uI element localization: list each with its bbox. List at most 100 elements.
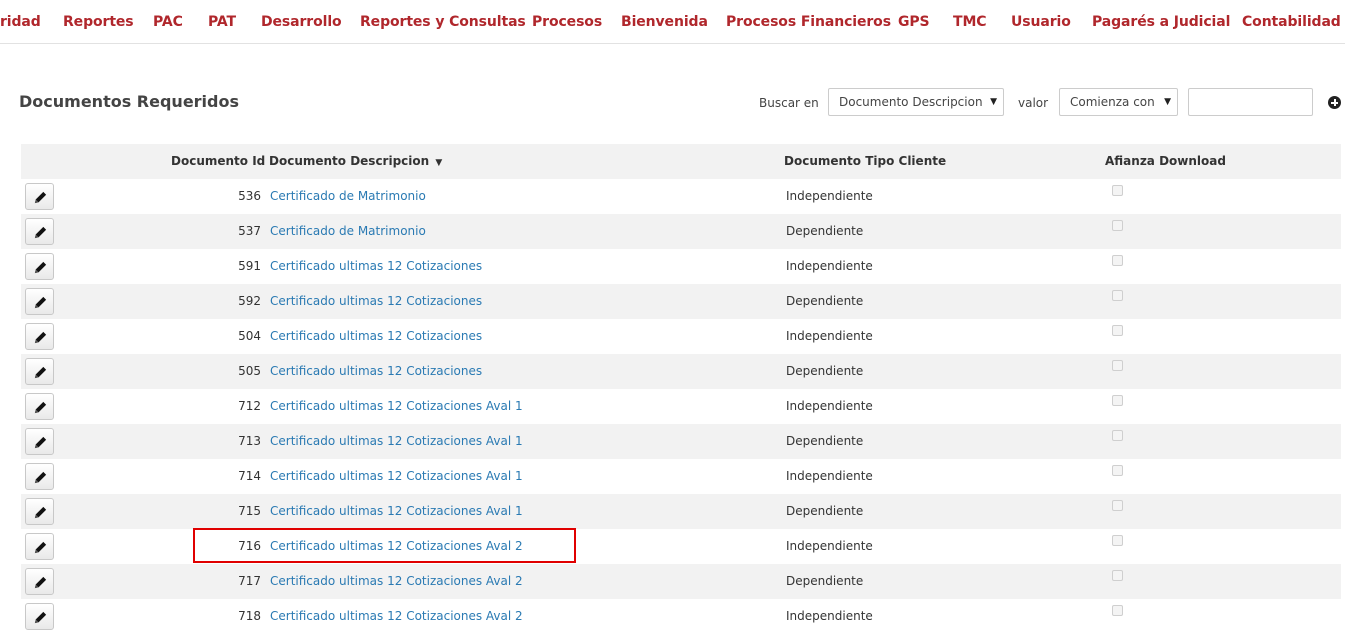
pencil-icon [34, 611, 47, 624]
nav-item-pac[interactable]: PAC [153, 0, 183, 43]
nav-item-usuario[interactable]: Usuario [1011, 0, 1071, 43]
documento-id-cell: 591 [238, 259, 261, 273]
pencil-icon [34, 471, 47, 484]
edit-button[interactable] [25, 183, 54, 210]
chevron-down-icon: ▼ [990, 97, 997, 107]
nav-item-tmc[interactable]: TMC [953, 0, 987, 43]
pencil-icon [34, 331, 47, 344]
afianza-download-checkbox[interactable] [1112, 465, 1123, 476]
documento-tipo-cliente-cell: Independiente [786, 259, 873, 273]
nav-item-procesos[interactable]: Procesos [532, 0, 602, 43]
add-circle-icon[interactable] [1328, 96, 1341, 109]
documento-descripcion-link[interactable]: Certificado ultimas 12 Cotizaciones Aval… [270, 469, 523, 483]
edit-button[interactable] [25, 288, 54, 315]
afianza-download-checkbox[interactable] [1112, 430, 1123, 441]
afianza-download-checkbox[interactable] [1112, 360, 1123, 371]
documento-id-cell: 718 [238, 609, 261, 623]
documento-descripcion-link[interactable]: Certificado ultimas 12 Cotizaciones [270, 329, 482, 343]
pencil-icon [34, 191, 47, 204]
edit-button[interactable] [25, 323, 54, 350]
table-row: 505 Certificado ultimas 12 Cotizaciones De… [21, 354, 1341, 389]
edit-button[interactable] [25, 533, 54, 560]
edit-button[interactable] [25, 463, 54, 490]
edit-button[interactable] [25, 568, 54, 595]
sort-desc-icon: ▼ [435, 158, 443, 168]
header-documento-id[interactable]: Documento Id [171, 154, 265, 168]
table-row: 714 Certificado ultimas 12 Cotizaciones A… [21, 459, 1341, 494]
header-documento-descripcion-label: Documento Descripcion [269, 154, 430, 168]
documento-descripcion-link[interactable]: Certificado ultimas 12 Cotizaciones Aval… [270, 399, 523, 413]
afianza-download-checkbox[interactable] [1112, 255, 1123, 266]
documento-id-cell: 713 [238, 434, 261, 448]
nav-item-gps[interactable]: GPS [898, 0, 930, 43]
documento-tipo-cliente-cell: Dependiente [786, 504, 864, 518]
pencil-icon [34, 506, 47, 519]
documento-tipo-cliente-cell: Independiente [786, 609, 873, 623]
pencil-icon [34, 436, 47, 449]
documento-tipo-cliente-cell: Dependiente [786, 294, 864, 308]
documento-descripcion-link[interactable]: Certificado de Matrimonio [270, 224, 426, 238]
afianza-download-checkbox[interactable] [1112, 535, 1123, 546]
table-row: 717 Certificado ultimas 12 Cotizaciones A… [21, 564, 1341, 599]
documento-tipo-cliente-cell: Independiente [786, 399, 873, 413]
documento-id-cell: 537 [238, 224, 261, 238]
edit-button[interactable] [25, 498, 54, 525]
afianza-download-checkbox[interactable] [1112, 500, 1123, 511]
nav-item-procesos-financieros[interactable]: Procesos Financieros [726, 0, 891, 43]
afianza-download-checkbox[interactable] [1112, 325, 1123, 336]
afianza-download-checkbox[interactable] [1112, 605, 1123, 616]
header-documento-descripcion[interactable]: Documento Descripcion ▼ [269, 154, 442, 168]
header-afianza-download[interactable]: Afianza Download [1105, 154, 1226, 168]
nav-item-pagares-a-judicial[interactable]: Pagarés a Judicial [1092, 0, 1230, 43]
documento-descripcion-link[interactable]: Certificado ultimas 12 Cotizaciones [270, 364, 482, 378]
nav-item-contabilidad[interactable]: Contabilidad [1242, 0, 1341, 43]
documento-id-cell: 712 [238, 399, 261, 413]
documento-tipo-cliente-cell: Dependiente [786, 434, 864, 448]
table-row: 715 Certificado ultimas 12 Cotizaciones A… [21, 494, 1341, 529]
afianza-download-checkbox[interactable] [1112, 220, 1123, 231]
nav-item-seguridad[interactable]: ridad [0, 0, 41, 43]
buscar-en-select[interactable]: Documento Descripcion ▼ [828, 88, 1004, 116]
buscar-en-label: Buscar en [759, 96, 819, 110]
edit-button[interactable] [25, 358, 54, 385]
header-documento-tipo-cliente[interactable]: Documento Tipo Cliente [784, 154, 946, 168]
documento-id-cell: 714 [238, 469, 261, 483]
documento-descripcion-link[interactable]: Certificado ultimas 12 Cotizaciones Aval… [270, 574, 523, 588]
documento-tipo-cliente-cell: Independiente [786, 189, 873, 203]
pencil-icon [34, 366, 47, 379]
edit-button[interactable] [25, 603, 54, 630]
documento-descripcion-link[interactable]: Certificado ultimas 12 Cotizaciones [270, 294, 482, 308]
table-header: Documento Id Documento Descripcion ▼ Doc… [21, 144, 1341, 179]
table-row: 536 Certificado de Matrimonio Independient… [21, 179, 1341, 214]
nav-item-bienvenida[interactable]: Bienvenida [621, 0, 708, 43]
documento-id-cell: 592 [238, 294, 261, 308]
documento-descripcion-link[interactable]: Certificado ultimas 12 Cotizaciones [270, 259, 482, 273]
valor-value: Comienza con [1070, 95, 1155, 109]
documento-descripcion-link[interactable]: Certificado ultimas 12 Cotizaciones Aval… [270, 504, 523, 518]
table-row: 718 Certificado ultimas 12 Cotizaciones A… [21, 599, 1341, 634]
documento-id-cell: 536 [238, 189, 261, 203]
valor-select[interactable]: Comienza con ▼ [1059, 88, 1178, 116]
edit-button[interactable] [25, 218, 54, 245]
top-nav: ridad Reportes PAC PAT Desarrollo Report… [0, 0, 1345, 44]
pencil-icon [34, 261, 47, 274]
nav-item-reportes-y-consultas[interactable]: Reportes y Consultas [360, 0, 526, 43]
pencil-icon [34, 541, 47, 554]
afianza-download-checkbox[interactable] [1112, 570, 1123, 581]
afianza-download-checkbox[interactable] [1112, 395, 1123, 406]
documento-descripcion-link[interactable]: Certificado ultimas 12 Cotizaciones Aval… [270, 609, 523, 623]
pencil-icon [34, 226, 47, 239]
edit-button[interactable] [25, 393, 54, 420]
nav-item-pat[interactable]: PAT [208, 0, 236, 43]
documento-descripcion-link[interactable]: Certificado ultimas 12 Cotizaciones Aval… [270, 434, 523, 448]
documento-tipo-cliente-cell: Independiente [786, 539, 873, 553]
afianza-download-checkbox[interactable] [1112, 290, 1123, 301]
edit-button[interactable] [25, 428, 54, 455]
page-title: Documentos Requeridos [19, 92, 240, 111]
search-value-input[interactable] [1188, 88, 1313, 116]
documento-descripcion-link[interactable]: Certificado de Matrimonio [270, 189, 426, 203]
edit-button[interactable] [25, 253, 54, 280]
nav-item-reportes[interactable]: Reportes [63, 0, 134, 43]
afianza-download-checkbox[interactable] [1112, 185, 1123, 196]
nav-item-desarrollo[interactable]: Desarrollo [261, 0, 342, 43]
